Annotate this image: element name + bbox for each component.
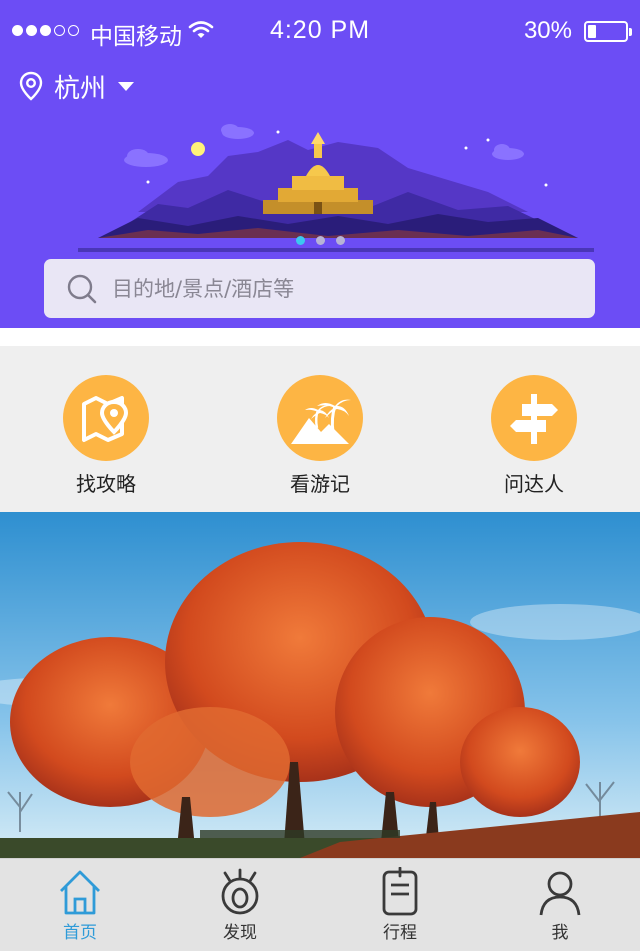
header: 中国移动 4:20 PM 30% 杭州 xyxy=(0,0,640,328)
tab-label: 发现 xyxy=(223,923,257,943)
tab-bar: 首页 发现 行程 我 xyxy=(0,858,640,951)
banner-pagination xyxy=(0,236,640,245)
tab-home[interactable]: 首页 xyxy=(30,859,130,951)
pagination-dot[interactable] xyxy=(315,236,325,245)
battery-fill xyxy=(588,25,596,38)
location-selector[interactable]: 杭州 xyxy=(18,68,135,104)
battery-percent: 30% xyxy=(523,17,572,44)
battery-icon xyxy=(584,21,632,42)
location-pin-icon xyxy=(19,71,43,101)
quick-entry-label: 找攻略 xyxy=(76,472,136,496)
featured-photo[interactable] xyxy=(0,512,640,858)
section-divider xyxy=(0,328,640,346)
tab-label: 首页 xyxy=(63,923,97,943)
quick-entry-ask-expert[interactable]: 问达人 xyxy=(490,346,578,512)
chevron-down-icon xyxy=(118,81,135,91)
tab-discover[interactable]: 发现 xyxy=(190,859,290,951)
tab-label: 行程 xyxy=(383,923,417,943)
quick-entry-guides[interactable]: 找攻略 xyxy=(62,346,150,512)
quick-entry-label: 问达人 xyxy=(504,472,564,496)
signpost-icon xyxy=(491,375,577,461)
tab-profile[interactable]: 我 xyxy=(510,859,610,951)
itinerary-clipboard-icon xyxy=(382,867,418,916)
tab-itinerary[interactable]: 行程 xyxy=(350,859,450,951)
tab-label: 我 xyxy=(551,923,569,943)
discover-eye-icon xyxy=(221,868,259,915)
search-input[interactable] xyxy=(110,275,574,302)
search-bar[interactable] xyxy=(44,259,595,318)
map-pin-icon xyxy=(63,375,149,461)
pagination-dot[interactable] xyxy=(335,236,345,245)
status-bar: 中国移动 4:20 PM 30% xyxy=(0,0,640,64)
profile-icon xyxy=(539,871,581,916)
quick-entry-travelogues[interactable]: 看游记 xyxy=(276,346,364,512)
home-icon xyxy=(60,870,100,915)
pagination-dot[interactable] xyxy=(295,236,305,245)
palm-island-icon xyxy=(277,375,363,461)
search-icon xyxy=(67,274,97,303)
quick-entry-label: 看游记 xyxy=(290,472,350,496)
quick-entries: 找攻略 看游记 问达人 xyxy=(0,346,640,512)
city-name: 杭州 xyxy=(54,73,107,104)
